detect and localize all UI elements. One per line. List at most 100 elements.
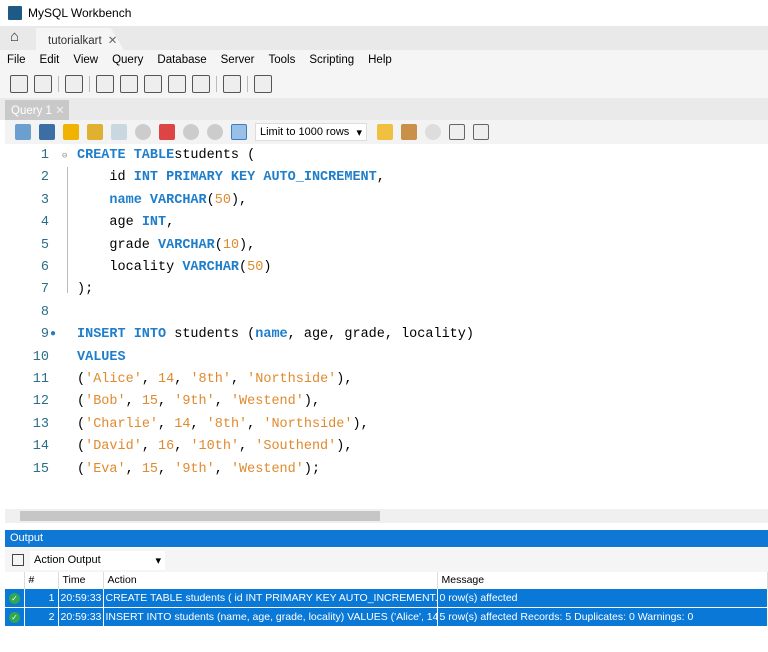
stop-icon[interactable] (135, 124, 151, 140)
create-function-icon[interactable] (192, 74, 210, 93)
reconnect-icon[interactable] (254, 74, 272, 93)
line-number: 6 (40, 260, 49, 275)
column-header[interactable]: Message (437, 572, 768, 588)
menu-server[interactable]: Server (221, 54, 255, 66)
column-header[interactable]: Time (58, 572, 104, 588)
code-token: , (247, 416, 264, 432)
save-icon[interactable] (39, 124, 55, 140)
code-text: ('Eva', 15, '9th', 'Westend'); (77, 459, 320, 481)
code-token: ( (214, 237, 223, 253)
code-text: ('David', 16, '10th', 'Southend'), (77, 436, 352, 458)
code-text: VALUES (77, 347, 126, 369)
open-file-icon[interactable] (15, 124, 31, 140)
connection-tab[interactable]: tutorialkart ✕ (36, 28, 124, 50)
code-line[interactable]: 4 age INT, (5, 212, 765, 234)
code-text: ('Alice', 14, '8th', 'Northside'), (77, 369, 352, 391)
code-line[interactable]: 2 id INT PRIMARY KEY AUTO_INCREMENT, (5, 167, 765, 189)
output-type-select[interactable]: Action Output ▾ (30, 551, 165, 570)
statement-marker-icon: ● (50, 329, 57, 341)
query-tab[interactable]: Query 1 ✕ (5, 100, 69, 120)
menu-file[interactable]: File (7, 54, 26, 66)
code-token: ), (239, 237, 256, 253)
code-text: INSERT INTO students (name, age, grade, … (77, 324, 474, 346)
fold-guide (67, 167, 68, 293)
menu-help[interactable]: Help (368, 54, 392, 66)
menu-query[interactable]: Query (112, 54, 143, 66)
column-header[interactable]: Action (103, 572, 438, 588)
menu-edit[interactable]: Edit (40, 54, 60, 66)
code-line[interactable]: 12 ('Bob', 15, '9th', 'Westend'), (5, 391, 765, 413)
chevron-down-icon: ▾ (356, 127, 362, 139)
code-line[interactable]: 3 name VARCHAR(50), (5, 190, 765, 212)
row-number: 2 (24, 606, 59, 627)
execute-icon[interactable] (63, 124, 79, 140)
add-snippet-icon[interactable] (377, 124, 393, 140)
code-line[interactable]: 11 ('Alice', 14, '8th', 'Northside'), (5, 369, 765, 391)
line-number: 1 (40, 148, 49, 163)
code-token: , (376, 170, 385, 186)
create-procedure-icon[interactable] (168, 74, 186, 93)
menu-scripting[interactable]: Scripting (309, 54, 354, 66)
code-line[interactable]: 6 locality VARCHAR(50) (5, 257, 765, 279)
limit-rows-select[interactable]: Limit to 1000 rows ▾ (255, 123, 367, 141)
code-line[interactable]: 15 ('Eva', 15, '9th', 'Westend'); (5, 459, 765, 481)
toggle-error-stop-icon[interactable] (159, 124, 175, 140)
close-icon[interactable]: ✕ (55, 105, 65, 117)
search-table-data-icon[interactable] (223, 74, 241, 93)
code-token: ( (77, 372, 86, 387)
create-view-icon[interactable] (144, 74, 162, 93)
code-line[interactable]: 10 VALUES (5, 347, 765, 369)
connection-tab-label: tutorialkart (48, 35, 102, 47)
fold-icon[interactable]: ⊖ (62, 145, 67, 167)
execute-current-icon[interactable] (87, 124, 103, 140)
output-row[interactable]: ✓ 2 20:59:33 INSERT INTO students (name,… (5, 606, 768, 627)
string-literal: 'Westend' (230, 394, 304, 410)
code-line[interactable]: 7); (5, 279, 765, 301)
find-icon[interactable] (425, 124, 441, 140)
code-line[interactable]: 5 grade VARCHAR(10), (5, 235, 765, 257)
inspector-icon[interactable] (65, 74, 83, 93)
code-token: ), (352, 416, 369, 432)
invisible-chars-icon[interactable] (449, 124, 465, 140)
code-line[interactable]: 8 (5, 302, 765, 324)
output-row[interactable]: ✓ 1 20:59:33 CREATE TABLE students ( id … (5, 587, 768, 608)
menu-view[interactable]: View (73, 54, 98, 66)
explain-icon[interactable] (111, 124, 127, 140)
create-table-icon[interactable] (120, 74, 138, 93)
menu-database[interactable]: Database (157, 54, 206, 66)
code-line[interactable]: 1 ⊖ CREATE TABLEstudents ( (5, 145, 765, 167)
code-line[interactable]: 14 ('David', 16, '10th', 'Southend'), (5, 436, 765, 458)
word-wrap-icon[interactable] (473, 124, 489, 140)
code-token: , (166, 215, 175, 231)
code-token: age (77, 215, 142, 231)
open-sql-script-icon[interactable] (34, 74, 52, 93)
autocommit-icon[interactable] (231, 124, 247, 140)
output-type-value: Action Output (34, 554, 101, 566)
line-number: 8 (40, 304, 49, 320)
keyword: CREATE TABLE (77, 148, 175, 163)
number-literal: 16 (158, 439, 175, 455)
close-icon[interactable]: ✕ (108, 35, 118, 47)
line-number: 10 (32, 349, 49, 365)
scrollbar-thumb[interactable] (20, 511, 380, 521)
home-icon[interactable]: ⌂ (10, 29, 26, 44)
status-column-header (5, 572, 25, 588)
create-schema-icon[interactable] (96, 74, 114, 93)
code-line[interactable]: 13 ('Charlie', 14, '8th', 'Northside'), (5, 414, 765, 436)
rollback-icon[interactable] (207, 124, 223, 140)
code-line[interactable]: 9 ● INSERT INTO students (name, age, grade… (5, 324, 765, 346)
action-output-table: # Time Action Message ✓ 1 20:59:33 CREAT… (5, 572, 768, 627)
sql-editor[interactable]: 1 ⊖ CREATE TABLEstudents (2 id INT PRIMARY… (5, 145, 768, 510)
commit-icon[interactable] (183, 124, 199, 140)
copy-icon[interactable] (12, 554, 24, 566)
keyword: INT PRIMARY KEY AUTO_INCREMENT (133, 170, 377, 186)
menu-tools[interactable]: Tools (269, 54, 296, 66)
row-message: 0 row(s) affected (437, 587, 768, 608)
code-token: id (77, 170, 134, 186)
column-header[interactable]: # (24, 572, 59, 588)
new-sql-tab-icon[interactable] (10, 74, 28, 93)
keyword: name (255, 327, 288, 343)
beautify-icon[interactable] (401, 124, 417, 140)
number-literal: 14 (158, 372, 175, 387)
